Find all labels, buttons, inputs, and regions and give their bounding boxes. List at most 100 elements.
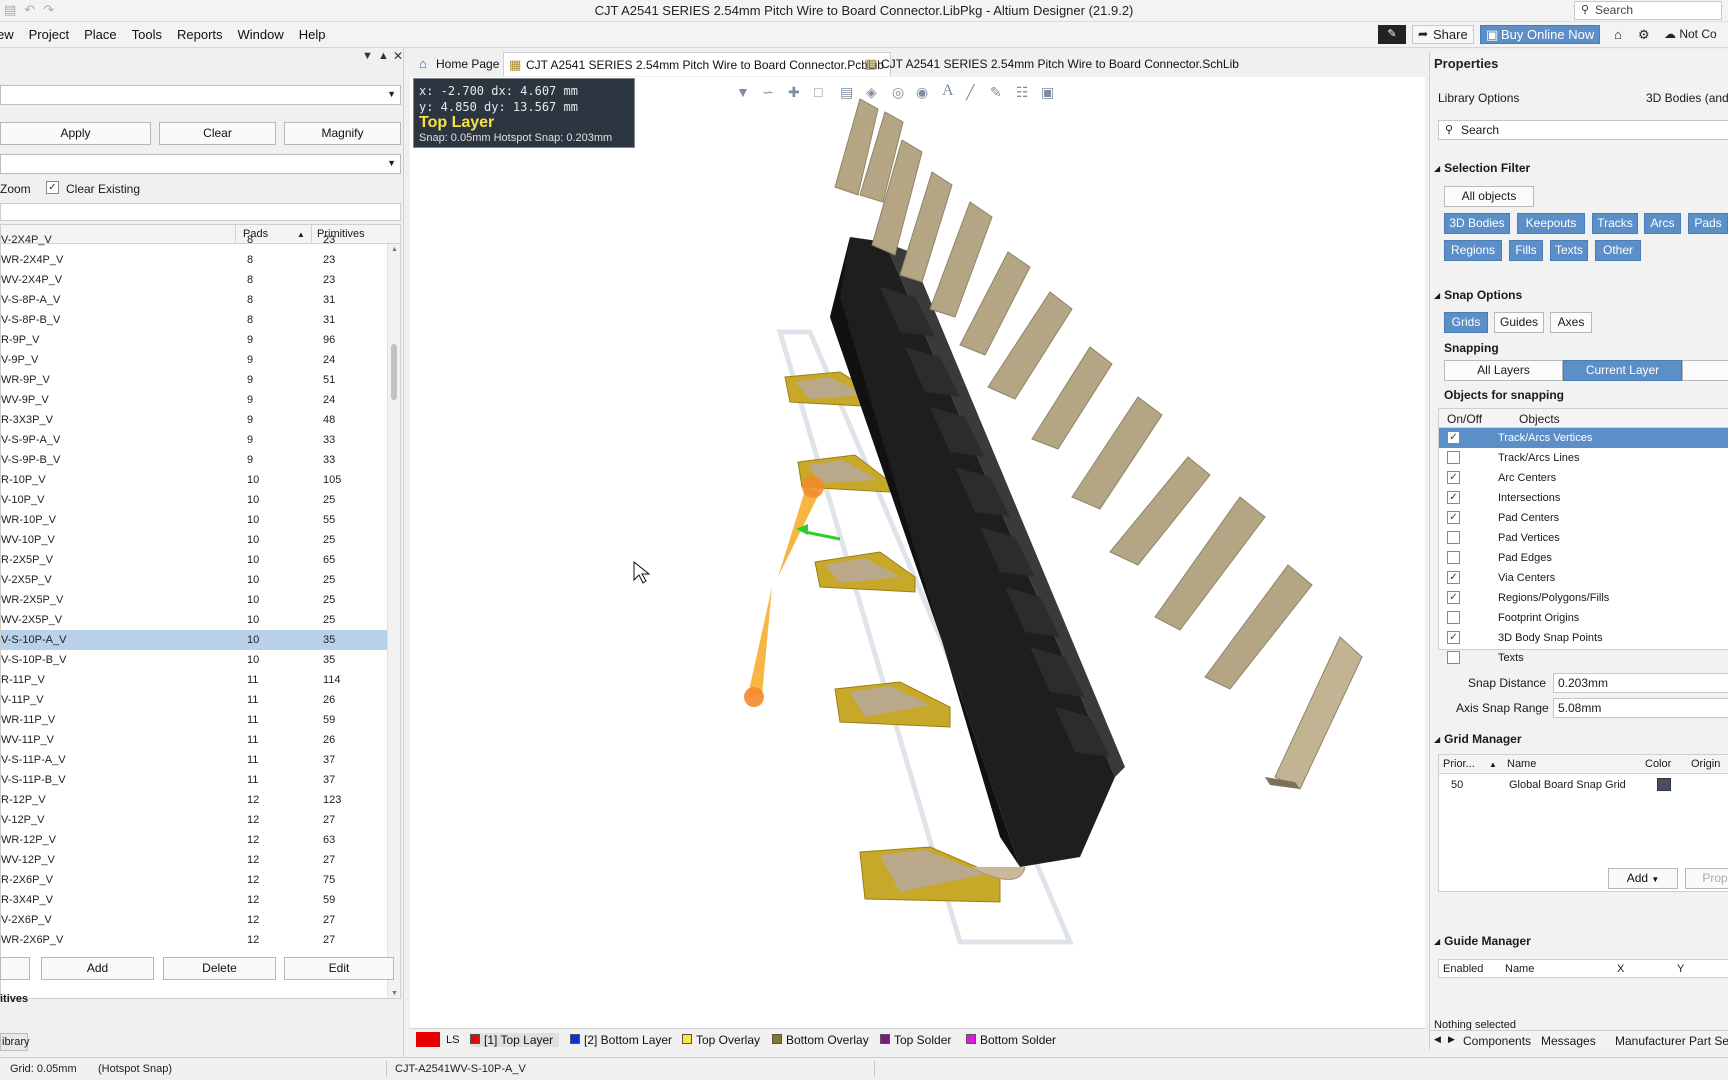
tab-schlib[interactable]: ▦ CJT A2541 SERIES 2.54mm Pitch Wire to B…	[859, 52, 1239, 76]
snapping-all-layers[interactable]: All Layers	[1444, 360, 1563, 381]
layer-tab-top-overlay[interactable]: Top Overlay	[682, 1033, 760, 1047]
table-row[interactable]: WV-9P_V 9 24	[1, 390, 387, 410]
menu-project[interactable]: Project	[29, 27, 69, 42]
snap-object-checkbox[interactable]: ✓	[1447, 631, 1460, 644]
table-row[interactable]: R-10P_V 10 105	[1, 470, 387, 490]
menu-window[interactable]: Window	[238, 27, 284, 42]
gear-icon[interactable]: ⚙	[1638, 27, 1650, 43]
table-row[interactable]: WV-2X4P_V 8 23	[1, 270, 387, 290]
table-row[interactable]: WR-10P_V 10 55	[1, 510, 387, 530]
col-priority[interactable]: Prior...	[1443, 758, 1475, 770]
tabs-left-arrow-icon[interactable]: ◀	[1434, 1034, 1441, 1045]
snap-object-row[interactable]: Footprint Origins	[1439, 608, 1728, 628]
tab-manufacturer-part-search[interactable]: Manufacturer Part Sea	[1615, 1034, 1728, 1048]
add-footprint-button[interactable]: Add	[41, 957, 154, 980]
tab-messages[interactable]: Messages	[1541, 1034, 1596, 1048]
snap-object-row[interactable]: ✓ Via Centers	[1439, 568, 1728, 588]
pad-icon[interactable]: ◎	[892, 84, 904, 101]
dimension-icon[interactable]: ☷	[1016, 84, 1029, 101]
snapping-off[interactable]	[1682, 360, 1728, 381]
snap-object-checkbox[interactable]: ✓	[1447, 491, 1460, 504]
table-row[interactable]: V-2X4P_V 8 23	[1, 230, 387, 250]
grid-color-swatch[interactable]	[1657, 778, 1671, 791]
layer-tab-top-layer[interactable]: [1] Top Layer	[470, 1033, 560, 1047]
add-grid-button[interactable]: Add ▼	[1608, 868, 1678, 889]
snap-object-checkbox[interactable]: ✓	[1447, 471, 1460, 484]
edit-footprint-button[interactable]: Edit	[284, 957, 394, 980]
filter-dropdown[interactable]: ▼	[0, 154, 401, 174]
snap-object-checkbox[interactable]	[1447, 451, 1460, 464]
snap-axes[interactable]: Axes	[1550, 312, 1592, 333]
layer-tab-bottom-layer[interactable]: [2] Bottom Layer	[570, 1033, 672, 1047]
filter-texts[interactable]: Texts	[1550, 240, 1588, 261]
chat-icon[interactable]: ✎	[1378, 25, 1406, 44]
snapping-current-layer[interactable]: Current Layer	[1563, 360, 1682, 381]
snap-options-header[interactable]: Snap Options	[1434, 288, 1522, 302]
col-y[interactable]: Y	[1677, 963, 1684, 975]
col-guide-name[interactable]: Name	[1505, 963, 1534, 975]
component-filter-input[interactable]	[0, 203, 401, 221]
table-row[interactable]: WV-2X5P_V 10 25	[1, 610, 387, 630]
scroll-thumb[interactable]	[391, 344, 397, 400]
snap-distance-input[interactable]: 0.203mm	[1553, 673, 1728, 693]
apply-button[interactable]: Apply	[0, 122, 151, 145]
snap-guides[interactable]: Guides	[1494, 312, 1544, 333]
panel-menu-icon[interactable]: ▼	[362, 50, 373, 62]
table-row[interactable]: R-9P_V 9 96	[1, 330, 387, 350]
footprint-list-scrollbar[interactable]: ▲ ▼	[387, 244, 400, 998]
table-row[interactable]: V-11P_V 11 26	[1, 690, 387, 710]
table-row[interactable]: R-2X6P_V 12 75	[1, 870, 387, 890]
place-button[interactable]	[0, 957, 30, 980]
snap-object-row[interactable]: ✓ Track/Arcs Vertices	[1439, 428, 1728, 448]
snap-object-row[interactable]: Pad Edges	[1439, 548, 1728, 568]
table-row[interactable]: WV-11P_V 11 26	[1, 730, 387, 750]
body-icon[interactable]: ▣	[1041, 84, 1054, 101]
table-row[interactable]: R-11P_V 11 114	[1, 670, 387, 690]
select-rect-icon[interactable]: □	[814, 84, 822, 100]
table-row[interactable]: V-2X6P_V 12 27	[1, 910, 387, 930]
filter-other[interactable]: Other	[1595, 240, 1641, 261]
tab-pcblib[interactable]: ▦ CJT A2541 SERIES 2.54mm Pitch Wire to B…	[503, 52, 891, 76]
table-row[interactable]: WV-10P_V 10 25	[1, 530, 387, 550]
snap-object-row[interactable]: ✓ Regions/Polygons/Fills	[1439, 588, 1728, 608]
table-row[interactable]: V-S-11P-A_V 11 37	[1, 750, 387, 770]
grid-properties-button[interactable]: Prop	[1685, 868, 1728, 889]
filter-icon[interactable]: ▼	[736, 84, 750, 100]
edit-icon[interactable]: ✎	[990, 84, 1002, 101]
table-row[interactable]: R-12P_V 12 123	[1, 790, 387, 810]
table-row[interactable]: WR-2X5P_V 10 25	[1, 590, 387, 610]
buy-online-button[interactable]: ▣ Buy Online Now	[1480, 25, 1601, 44]
table-row[interactable]: WR-2X4P_V 8 23	[1, 250, 387, 270]
line-icon[interactable]: ╱	[966, 84, 974, 101]
move-icon[interactable]: ✚	[788, 84, 800, 101]
align-icon[interactable]: ▤	[840, 84, 853, 101]
filter-regions[interactable]: Regions	[1444, 240, 1502, 261]
filter-keepouts[interactable]: Keepouts	[1517, 213, 1585, 234]
snap-object-checkbox[interactable]	[1447, 651, 1460, 664]
snap-object-row[interactable]: ✓ Arc Centers	[1439, 468, 1728, 488]
table-row[interactable]: V-S-8P-A_V 8 31	[1, 290, 387, 310]
col-enabled[interactable]: Enabled	[1443, 963, 1483, 975]
design-canvas[interactable]: x: -2.700 dx: 4.607 mm y: 4.850 dy: 13.5…	[410, 77, 1425, 1028]
filter-arcs[interactable]: Arcs	[1644, 213, 1681, 234]
table-row[interactable]: WR-9P_V 9 51	[1, 370, 387, 390]
table-row[interactable]: WR-12P_V 12 63	[1, 830, 387, 850]
menu-help[interactable]: Help	[299, 27, 326, 42]
table-row[interactable]: WR-2X6P_V 12 27	[1, 930, 387, 950]
snap-object-checkbox[interactable]: ✓	[1447, 511, 1460, 524]
pin-icon[interactable]: ▲	[378, 50, 389, 62]
table-row[interactable]: V-10P_V 10 25	[1, 490, 387, 510]
snap-object-row[interactable]: Texts	[1439, 648, 1728, 668]
tabs-right-arrow-icon[interactable]: ▶	[1448, 1034, 1455, 1045]
table-row[interactable]: V-S-10P-A_V 10 35	[1, 630, 387, 650]
snap-object-row[interactable]: ✓ 3D Body Snap Points	[1439, 628, 1728, 648]
bodies-dropdown[interactable]: 3D Bodies (and S	[1646, 91, 1728, 105]
axis-snap-range-input[interactable]: 5.08mm	[1553, 698, 1728, 718]
scroll-up-icon[interactable]: ▲	[391, 246, 398, 253]
menu-place[interactable]: Place	[84, 27, 117, 42]
table-row[interactable]: V-S-11P-B_V 11 37	[1, 770, 387, 790]
grid-manager-header[interactable]: Grid Manager	[1434, 732, 1521, 746]
col-origin[interactable]: Origin	[1691, 758, 1720, 770]
menu-reports[interactable]: Reports	[177, 27, 223, 42]
filter-all-objects[interactable]: All objects	[1444, 186, 1534, 207]
